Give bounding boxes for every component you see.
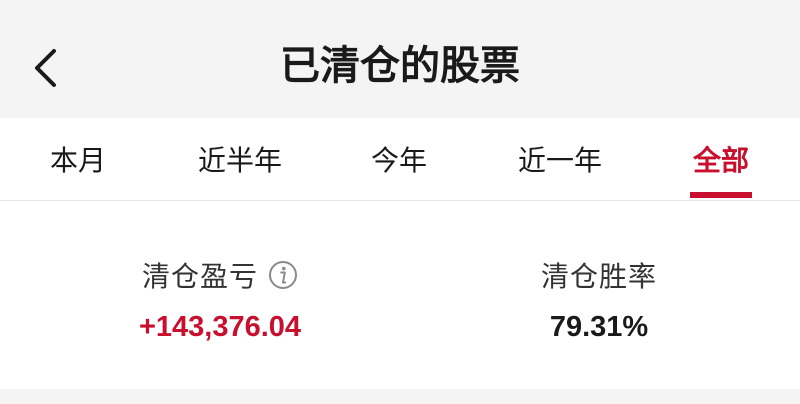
profit-value: +143,376.04: [138, 311, 302, 343]
header: 已清仓的股票: [0, 0, 800, 118]
tab-half-year[interactable]: 近半年: [198, 118, 282, 200]
active-tab-indicator: [690, 192, 752, 198]
tab-this-month[interactable]: 本月: [50, 118, 106, 200]
period-tabs: 本月 近半年 今年 近一年 全部: [0, 118, 800, 201]
stat-win-rate: 清仓胜率 79.31%: [449, 255, 749, 347]
profit-label: 清仓盈亏: [141, 260, 258, 293]
tab-this-year[interactable]: 今年: [371, 118, 427, 200]
page-title: 已清仓的股票: [280, 43, 520, 89]
info-icon[interactable]: [268, 260, 298, 290]
win-rate-label: 清仓胜率: [540, 260, 657, 293]
tab-one-year[interactable]: 近一年: [518, 118, 602, 200]
tab-all[interactable]: 全部: [693, 118, 749, 200]
stats-panel: 清仓盈亏 +143,376.04 清仓胜率 79.31%: [0, 201, 800, 389]
win-rate-value: 79.31%: [549, 311, 649, 343]
page: 已清仓的股票 本月 近半年 今年 近一年 全部 清仓盈亏 +143,376.04…: [0, 0, 800, 404]
back-button[interactable]: [20, 40, 70, 96]
chevron-left-icon: [35, 49, 56, 87]
stat-profit: 清仓盈亏 +143,376.04: [70, 255, 370, 347]
